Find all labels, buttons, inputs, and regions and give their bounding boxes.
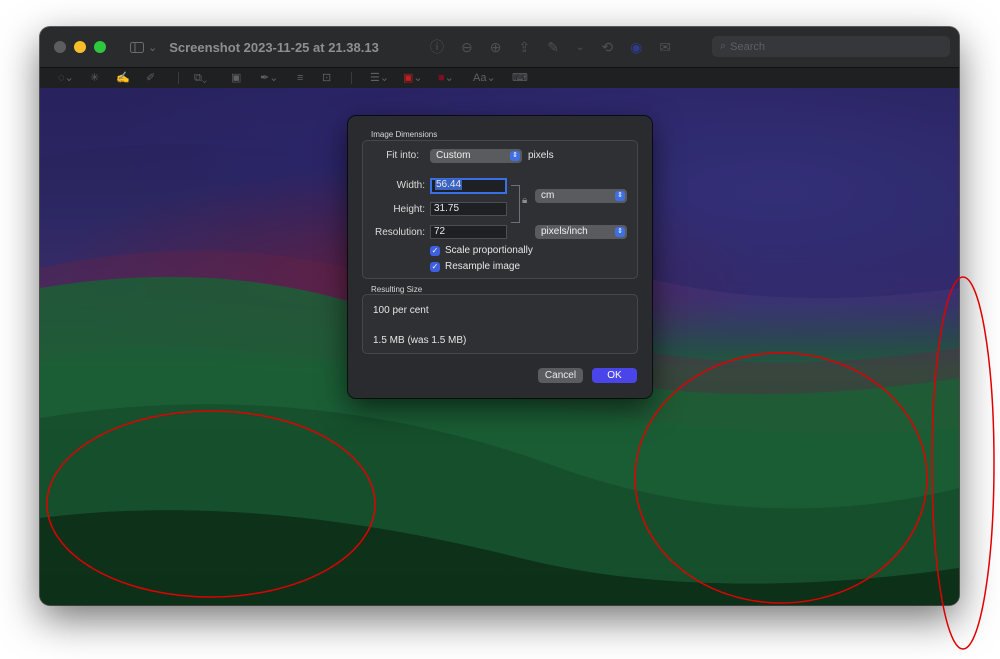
text-style-label: Aa xyxy=(473,72,487,84)
resolution-field[interactable]: 72 xyxy=(430,225,507,239)
resolution-value: 72 xyxy=(434,226,446,237)
resolution-unit-popup[interactable]: pixels/inch ⇕ xyxy=(535,225,627,239)
proportion-bracket xyxy=(511,185,520,223)
image-dimensions-group: Fit into: Custom ⇕ pixels Width: 56.44 H… xyxy=(362,140,638,279)
height-value: 31.75 xyxy=(434,203,460,214)
height-label: Height: xyxy=(393,204,425,215)
height-field[interactable]: 31.75 xyxy=(430,202,507,216)
resolution-label: Resolution: xyxy=(374,227,425,238)
sketch-icon[interactable]: ✍ xyxy=(116,71,130,85)
ok-button[interactable]: OK xyxy=(592,368,637,383)
zoom-in-icon[interactable]: ⊕ xyxy=(490,39,502,56)
search-icon: ⌕ xyxy=(720,40,727,52)
fit-into-value: Custom xyxy=(436,150,471,161)
fit-into-popup[interactable]: Custom ⇕ xyxy=(430,149,522,163)
markup-icon[interactable]: ✎ xyxy=(547,39,559,56)
adjust-size-icon[interactable]: ⊡ xyxy=(322,71,331,85)
info-icon[interactable]: ⓘ xyxy=(430,37,444,57)
checkmark-icon: ✓ xyxy=(430,261,440,272)
resulting-size-group: 100 per cent 1.5 MB (was 1.5 MB) xyxy=(362,294,638,354)
window-controls xyxy=(54,41,106,53)
chevron-down-icon[interactable]: ⌄ xyxy=(576,42,584,53)
highlight-icon[interactable]: ◉ xyxy=(630,39,642,56)
minimize-window-button[interactable] xyxy=(74,41,86,53)
fill-color-icon[interactable]: ■⌄ xyxy=(438,71,454,85)
image-dimensions-dialog: Image Dimensions Fit into: Custom ⇕ pixe… xyxy=(348,116,652,398)
close-window-button[interactable] xyxy=(54,41,66,53)
chevron-updown-icon: ⇕ xyxy=(615,191,625,201)
zoom-out-icon[interactable]: ⊖ xyxy=(461,39,473,56)
instant-alpha-icon[interactable]: ✳ xyxy=(90,71,99,85)
width-field[interactable]: 56.44 xyxy=(430,178,507,194)
toolbar-divider xyxy=(178,72,179,84)
title-toolbar: ⓘ ⊖ ⊕ ⇪ ✎ ⌄ ⟲ ◉ ✉ xyxy=(430,27,671,67)
unit-popup[interactable]: cm ⇕ xyxy=(535,189,627,203)
draw-icon[interactable]: ✐ xyxy=(146,71,155,85)
sidebar-icon xyxy=(130,41,144,53)
text-style-button[interactable]: Aa⌄ xyxy=(473,71,496,85)
chevron-down-icon: ⌄ xyxy=(148,41,158,54)
chevron-updown-icon: ⇕ xyxy=(615,227,625,237)
result-file-size: 1.5 MB (was 1.5 MB) xyxy=(373,335,467,346)
sidebar-toggle-button[interactable]: ⌄ xyxy=(130,41,157,54)
share-icon[interactable]: ⇪ xyxy=(518,39,530,56)
sign-icon[interactable]: ✒⌄ xyxy=(260,71,278,85)
lock-icon[interactable]: 🔒︎ xyxy=(522,195,527,206)
chevron-updown-icon: ⇕ xyxy=(510,151,520,161)
inspector-icon[interactable]: ✉ xyxy=(659,39,671,56)
checkmark-icon: ✓ xyxy=(430,245,440,256)
preview-window: ⌄ Screenshot 2023-11-25 at 21.38.13 ⓘ ⊖ … xyxy=(40,27,959,605)
fit-into-unit: pixels xyxy=(528,150,554,161)
result-percent: 100 per cent xyxy=(373,305,429,316)
search-field[interactable]: ⌕ Search xyxy=(712,36,950,57)
annotation-icon[interactable]: ⌨ xyxy=(512,71,528,85)
rotate-icon[interactable]: ⟲ xyxy=(601,39,613,56)
toolbar-divider xyxy=(351,72,352,84)
scale-proportionally-label: Scale proportionally xyxy=(445,245,533,256)
width-label: Width: xyxy=(396,180,425,191)
shape-style-icon[interactable]: ☰⌄ xyxy=(370,71,389,85)
resolution-unit-value: pixels/inch xyxy=(541,226,588,237)
border-color-icon[interactable]: ▣⌄ xyxy=(403,71,423,85)
resulting-size-heading: Resulting Size xyxy=(371,285,423,294)
image-dimensions-heading: Image Dimensions xyxy=(371,130,438,139)
adjust-color-icon[interactable]: ≡ xyxy=(297,71,303,85)
selection-icon[interactable]: ◌⌄ xyxy=(58,71,74,85)
document-title[interactable]: Screenshot 2023-11-25 at 21.38.13 xyxy=(169,40,379,55)
width-value: 56.44 xyxy=(435,179,463,190)
markup-toolbar: ◌⌄ ✳ ✍ ✐ ⧉⌄ ▣ ✒⌄ ≡ ⊡ ☰⌄ ▣⌄ ■⌄ Aa⌄ ⌨ xyxy=(40,67,959,89)
search-placeholder: Search xyxy=(730,40,766,53)
zoom-window-button[interactable] xyxy=(94,41,106,53)
title-bar: ⌄ Screenshot 2023-11-25 at 21.38.13 ⓘ ⊖ … xyxy=(40,27,959,67)
scale-proportionally-checkbox[interactable]: ✓ Scale proportionally xyxy=(430,245,533,256)
shapes-icon[interactable]: ⧉⌄ xyxy=(194,71,207,85)
resample-image-checkbox[interactable]: ✓ Resample image xyxy=(430,261,520,272)
fit-into-label: Fit into: xyxy=(386,150,419,161)
cancel-button[interactable]: Cancel xyxy=(538,368,583,383)
text-box-icon[interactable]: ▣ xyxy=(231,71,241,85)
resample-image-label: Resample image xyxy=(445,261,521,272)
unit-value: cm xyxy=(541,190,555,201)
